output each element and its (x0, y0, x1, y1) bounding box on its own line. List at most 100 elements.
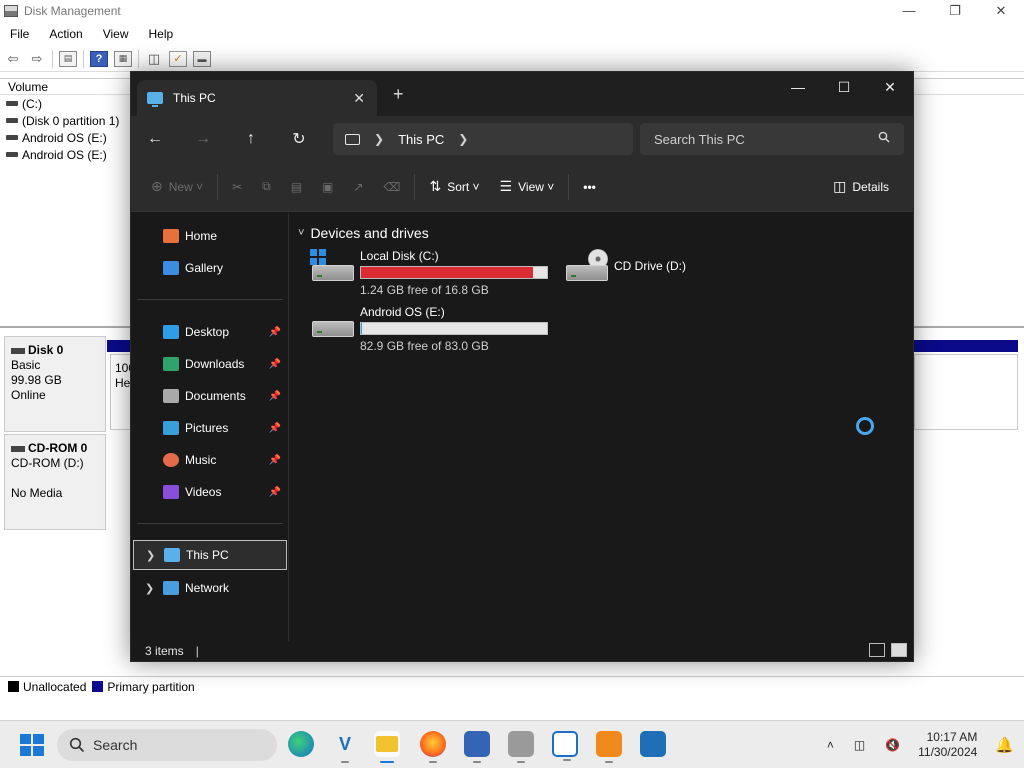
package-tool-icon[interactable] (596, 731, 622, 757)
chevron-right-icon[interactable]: ❯ (146, 549, 155, 562)
legend-label: Primary partition (107, 680, 194, 694)
gallery-icon (163, 261, 179, 275)
nav-network[interactable]: ❯Network (133, 573, 287, 603)
details-view-icon[interactable] (869, 643, 885, 657)
view-button[interactable]: ☰View ˅ (490, 171, 565, 203)
back-icon[interactable]: ⇦ (4, 51, 22, 67)
pin-icon[interactable]: 📌 (269, 359, 281, 370)
devices-and-drives-header[interactable]: ˅ Devices and drives (298, 225, 429, 241)
chevron-right-icon[interactable]: ❯ (374, 132, 384, 146)
nav-label: Downloads (185, 357, 244, 371)
tiles-view-icon[interactable] (891, 643, 907, 657)
dm-menu-help[interactable]: Help (139, 23, 184, 45)
drive-cd-d[interactable]: CD Drive (D:) (564, 249, 686, 283)
nav-videos[interactable]: Videos📌 (133, 477, 287, 507)
network-status-icon[interactable]: ◫ (854, 738, 865, 752)
sort-button[interactable]: ⇅Sort ˅ (419, 171, 489, 203)
monitor-tool-icon[interactable] (640, 731, 666, 757)
nav-this-pc[interactable]: ❯This PC (133, 540, 287, 570)
delete-icon[interactable]: ⌫ (373, 171, 410, 203)
cut-icon[interactable]: ✂ (222, 171, 252, 203)
disk-tool-icon[interactable] (508, 731, 534, 757)
taskbar-search[interactable]: Search (57, 729, 277, 761)
show-hide-icon[interactable]: ▦ (114, 51, 132, 67)
disk-type: Basic (11, 358, 40, 372)
new-tab-button[interactable]: + (393, 84, 404, 105)
chevron-right-icon[interactable]: ❯ (145, 582, 154, 595)
back-arrow-icon[interactable]: ← (139, 123, 171, 155)
nav-documents[interactable]: Documents📌 (133, 381, 287, 411)
partition-status-fragment: He (115, 376, 130, 390)
drive-local-disk-c[interactable]: Local Disk (C:) 1.24 GB free of 16.8 GB (310, 249, 548, 297)
pin-icon[interactable]: 📌 (269, 455, 281, 466)
file-explorer-icon[interactable] (374, 731, 400, 757)
network-tool-icon[interactable] (552, 731, 578, 757)
cdrom-icon (11, 446, 25, 452)
dm-close-button[interactable]: ✕ (978, 0, 1024, 22)
chevron-right-icon[interactable]: ❯ (458, 132, 468, 146)
address-bar[interactable]: ❯ This PC ❯ (333, 123, 633, 155)
rename-icon[interactable]: ▣ (312, 171, 343, 203)
details-button[interactable]: ◫Details (823, 171, 899, 203)
disk-status: No Media (11, 486, 62, 500)
new-button[interactable]: ⊕New ˅ (141, 171, 213, 203)
cdrom-0-label[interactable]: CD-ROM 0 CD-ROM (D:) No Media (4, 434, 106, 530)
drive-name: Local Disk (C:) (360, 249, 548, 263)
chevron-down-icon[interactable]: ˅ (298, 227, 304, 239)
share-icon[interactable]: ↗ (343, 171, 373, 203)
forward-arrow-icon[interactable]: → (187, 123, 219, 155)
pin-icon[interactable]: 📌 (269, 423, 281, 434)
remote-desktop-icon[interactable] (464, 731, 490, 757)
nav-gallery[interactable]: Gallery (133, 253, 287, 283)
properties-icon[interactable]: ▤ (59, 51, 77, 67)
nav-home[interactable]: Home (133, 221, 287, 251)
close-button[interactable]: ✕ (867, 72, 913, 102)
drive-name: CD Drive (D:) (614, 259, 686, 273)
dm-menu-action[interactable]: Action (39, 23, 92, 45)
dm-restore-button[interactable]: ❐ (932, 0, 978, 22)
search-box[interactable]: Search This PC (640, 123, 904, 155)
start-button[interactable] (20, 734, 44, 756)
vs-icon[interactable]: V (332, 731, 358, 757)
cd-drive-icon (564, 249, 608, 283)
disk-0-label[interactable]: Disk 0 Basic 99.98 GB Online (4, 336, 106, 432)
tab-this-pc[interactable]: This PC ✕ (137, 80, 377, 116)
disk-management-title: Disk Management (24, 4, 121, 18)
edge-icon[interactable] (288, 731, 314, 757)
new-label: New (169, 180, 193, 194)
paste-icon[interactable]: ▤ (281, 171, 312, 203)
pin-icon[interactable]: 📌 (269, 327, 281, 338)
breadcrumb-this-pc[interactable]: This PC (398, 132, 444, 147)
pin-icon[interactable]: 📌 (269, 487, 281, 498)
dm-menu-file[interactable]: File (0, 23, 39, 45)
more-options-button[interactable]: ••• (573, 171, 606, 203)
checklist-icon[interactable]: ✓ (169, 51, 187, 67)
nav-downloads[interactable]: Downloads 📌 (133, 349, 287, 379)
minimize-button[interactable]: — (775, 72, 821, 102)
notification-bell-icon[interactable]: 🔔 (995, 736, 1014, 754)
clock[interactable]: 10:17 AM 11/30/2024 (918, 730, 977, 760)
nav-pictures[interactable]: Pictures📌 (133, 413, 287, 443)
refresh-icon[interactable]: ↻ (283, 123, 315, 155)
copy-icon[interactable]: ⧉ (252, 171, 281, 203)
connect-icon[interactable]: ◫ (145, 51, 163, 67)
list-view-icon[interactable]: ▬ (193, 51, 211, 67)
up-arrow-icon[interactable]: ↑ (235, 123, 267, 155)
firefox-icon[interactable] (420, 731, 446, 757)
dm-minimize-button[interactable]: — (886, 0, 932, 22)
drive-android-os-e[interactable]: Android OS (E:) 82.9 GB free of 83.0 GB (310, 305, 548, 353)
help-icon[interactable]: ? (90, 51, 108, 67)
dm-menu-view[interactable]: View (93, 23, 139, 45)
close-tab-icon[interactable]: ✕ (353, 90, 365, 107)
chevron-up-icon[interactable]: ˄ (827, 738, 834, 752)
details-pane-icon: ◫ (833, 178, 846, 195)
nav-desktop[interactable]: Desktop📌 (133, 317, 287, 347)
legend-item-unallocated: Unallocated (8, 680, 86, 694)
file-explorer-window: This PC ✕ + — ☐ ✕ ← → ↑ ↻ ❯ This PC ❯ Se… (130, 71, 914, 662)
nav-music[interactable]: Music📌 (133, 445, 287, 475)
maximize-button[interactable]: ☐ (821, 72, 867, 102)
volume-muted-icon[interactable]: 🔇 (885, 738, 900, 752)
partition-cell[interactable] (914, 354, 1018, 430)
forward-icon[interactable]: ⇨ (28, 51, 46, 67)
pin-icon[interactable]: 📌 (269, 391, 281, 402)
